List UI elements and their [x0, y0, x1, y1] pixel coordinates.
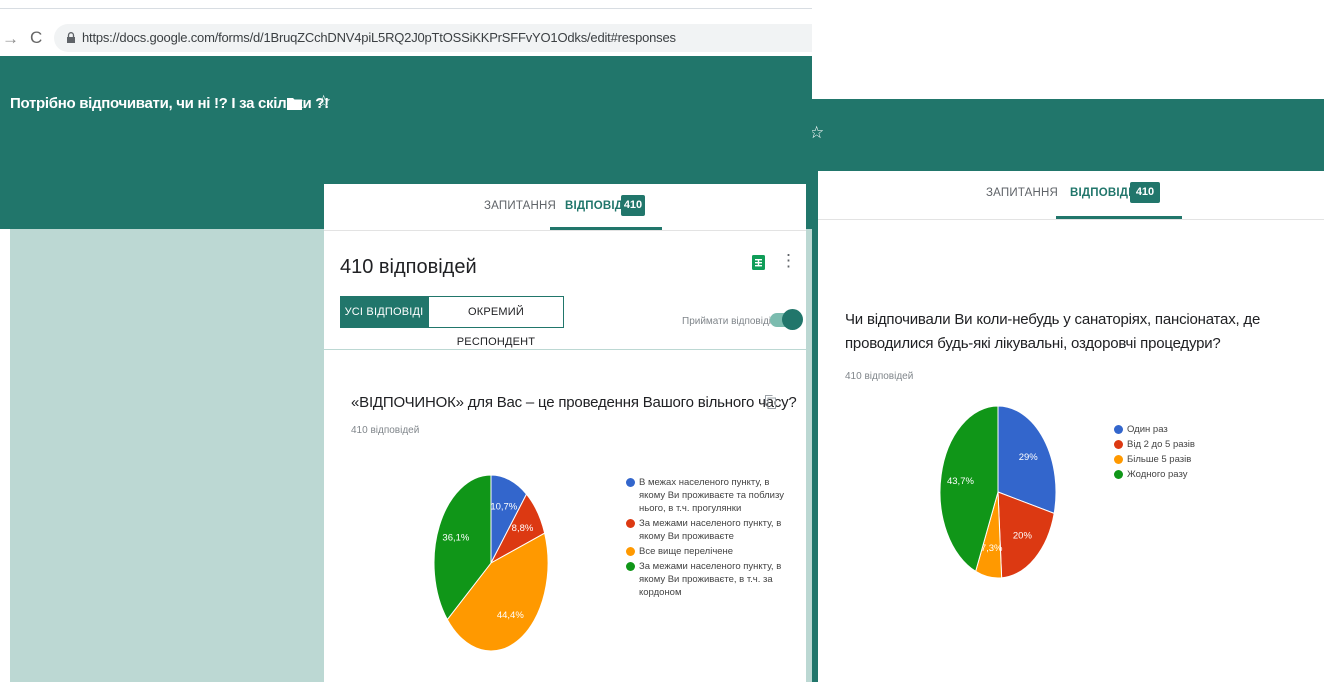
chart-legend-1: В межах населеного пункту, в якому Ви пр…	[626, 476, 786, 601]
right-form-window: ☆ ЗАПИТАННЯ ВІДПОВІДІ 410 Чи відпочивали…	[812, 99, 1324, 682]
pie-slice-label: 10,7%	[490, 502, 517, 513]
lock-icon	[67, 32, 75, 43]
tab-responses[interactable]: ВІДПОВІДІ	[565, 200, 627, 212]
window-top-border	[0, 8, 812, 9]
pie-chart-1: 10,7% 8,8% 44,4% 36,1%	[433, 474, 549, 652]
tab-questions[interactable]: ЗАПИТАННЯ	[986, 187, 1058, 199]
legend-item: Один раз	[1114, 423, 1264, 436]
star-icon[interactable]: ☆	[316, 92, 331, 112]
form-header-right: ☆	[812, 99, 1324, 171]
question-response-count: 410 відповідей	[845, 371, 914, 382]
legend-item: Жодного разу	[1114, 468, 1264, 481]
question-title: Чи відпочивали Ви коли-небудь у санаторі…	[845, 311, 1261, 352]
pie-slice-label: 43,7%	[947, 476, 974, 487]
pie-chart-2: 29% 20% 7,3% 43,7%	[939, 405, 1057, 579]
toggle-knob[interactable]	[782, 309, 803, 330]
pie-slice-label: 7,3%	[981, 543, 1003, 554]
legend-swatch-orange	[626, 547, 635, 556]
question-card-1: «ВІДПОЧИНОК» для Вас – це проведення Ваш…	[324, 350, 806, 682]
pie-slice-label: 44,4%	[497, 610, 524, 621]
legend-swatch-green	[626, 562, 635, 571]
legend-swatch-red	[1114, 440, 1123, 449]
legend-label: В межах населеного пункту, в якому Ви пр…	[639, 477, 784, 514]
question-card-2: Чи відпочивали Ви коли-небудь у санаторі…	[818, 220, 1324, 682]
more-vert-icon[interactable]: ⋮	[780, 251, 797, 271]
url-text: https://docs.google.com/forms/d/1BruqZCc…	[82, 30, 676, 45]
legend-label: Жодного разу	[1127, 469, 1188, 480]
address-bar[interactable]: https://docs.google.com/forms/d/1BruqZCc…	[54, 24, 812, 52]
question-title: «ВІДПОЧИНОК» для Вас – це проведення Ваш…	[351, 394, 797, 411]
reload-icon[interactable]: C	[30, 28, 42, 48]
legend-label: За межами населеного пункту, в якому Ви …	[639, 561, 782, 598]
responses-summary-card: 410 відповідей ⋮ УСІ ВІДПОВІДІ ОКРЕМИЙ Р…	[324, 231, 806, 349]
copy-icon[interactable]	[765, 395, 776, 409]
star-icon[interactable]: ☆	[812, 123, 824, 143]
responses-count-heading: 410 відповідей	[340, 256, 477, 278]
chart-legend-2: Один раз Від 2 до 5 разів Більше 5 разів…	[1114, 423, 1264, 483]
active-tab-indicator	[1056, 216, 1182, 219]
legend-swatch-green	[1114, 470, 1123, 479]
legend-item: В межах населеного пункту, в якому Ви пр…	[626, 476, 786, 515]
responses-count-badge: 410	[621, 195, 645, 216]
tab-bar: ЗАПИТАННЯ ВІДПОВІДІ 410	[324, 184, 806, 231]
legend-label: Від 2 до 5 разів	[1127, 439, 1195, 450]
accepting-responses-label: Приймати відповіді	[682, 316, 772, 327]
legend-item: Більше 5 разів	[1114, 453, 1264, 466]
question-response-count: 410 відповідей	[351, 425, 420, 436]
page-left-margin	[0, 229, 10, 682]
legend-item: За межами населеного пункту, в якому Ви …	[626, 560, 786, 599]
active-tab-indicator	[550, 227, 662, 230]
pie-slice-label: 8,8%	[512, 523, 534, 534]
browser-toolbar: → C https://docs.google.com/forms/d/1Bru…	[0, 20, 812, 56]
tab-questions[interactable]: ЗАПИТАННЯ	[484, 200, 556, 212]
legend-label: Більше 5 разів	[1127, 454, 1192, 465]
legend-item: Від 2 до 5 разів	[1114, 438, 1264, 451]
legend-item: Все вище перелічене	[626, 545, 786, 558]
pie-slice-label: 36,1%	[442, 533, 469, 544]
tab-bar-right: ЗАПИТАННЯ ВІДПОВІДІ 410	[818, 171, 1324, 220]
legend-label: За межами населеного пункту, в якому Ви …	[639, 518, 782, 542]
responses-count-badge: 410	[1130, 182, 1160, 203]
form-title[interactable]: Потрібно відпочивати, чи ні !? І за скіл…	[10, 95, 329, 112]
legend-label: Все вище перелічене	[639, 546, 734, 557]
legend-swatch-blue	[1114, 425, 1123, 434]
pie-slice-label: 20%	[1013, 531, 1033, 542]
folder-icon[interactable]	[287, 97, 302, 110]
tab-responses[interactable]: ВІДПОВІДІ	[1070, 187, 1132, 199]
individual-respondent-button[interactable]: ОКРЕМИЙ РЕСПОНДЕНТ	[428, 296, 564, 348]
pie-slice-label: 29%	[1019, 452, 1039, 463]
legend-label: Один раз	[1127, 424, 1168, 435]
legend-swatch-blue	[626, 478, 635, 487]
left-form-window: → C https://docs.google.com/forms/d/1Bru…	[0, 0, 812, 682]
sheets-icon[interactable]	[752, 255, 765, 270]
all-responses-button[interactable]: УСІ ВІДПОВІДІ	[340, 296, 428, 328]
legend-swatch-red	[626, 519, 635, 528]
legend-item: За межами населеного пункту, в якому Ви …	[626, 517, 786, 543]
legend-swatch-orange	[1114, 455, 1123, 464]
forward-icon[interactable]: →	[2, 29, 19, 49]
